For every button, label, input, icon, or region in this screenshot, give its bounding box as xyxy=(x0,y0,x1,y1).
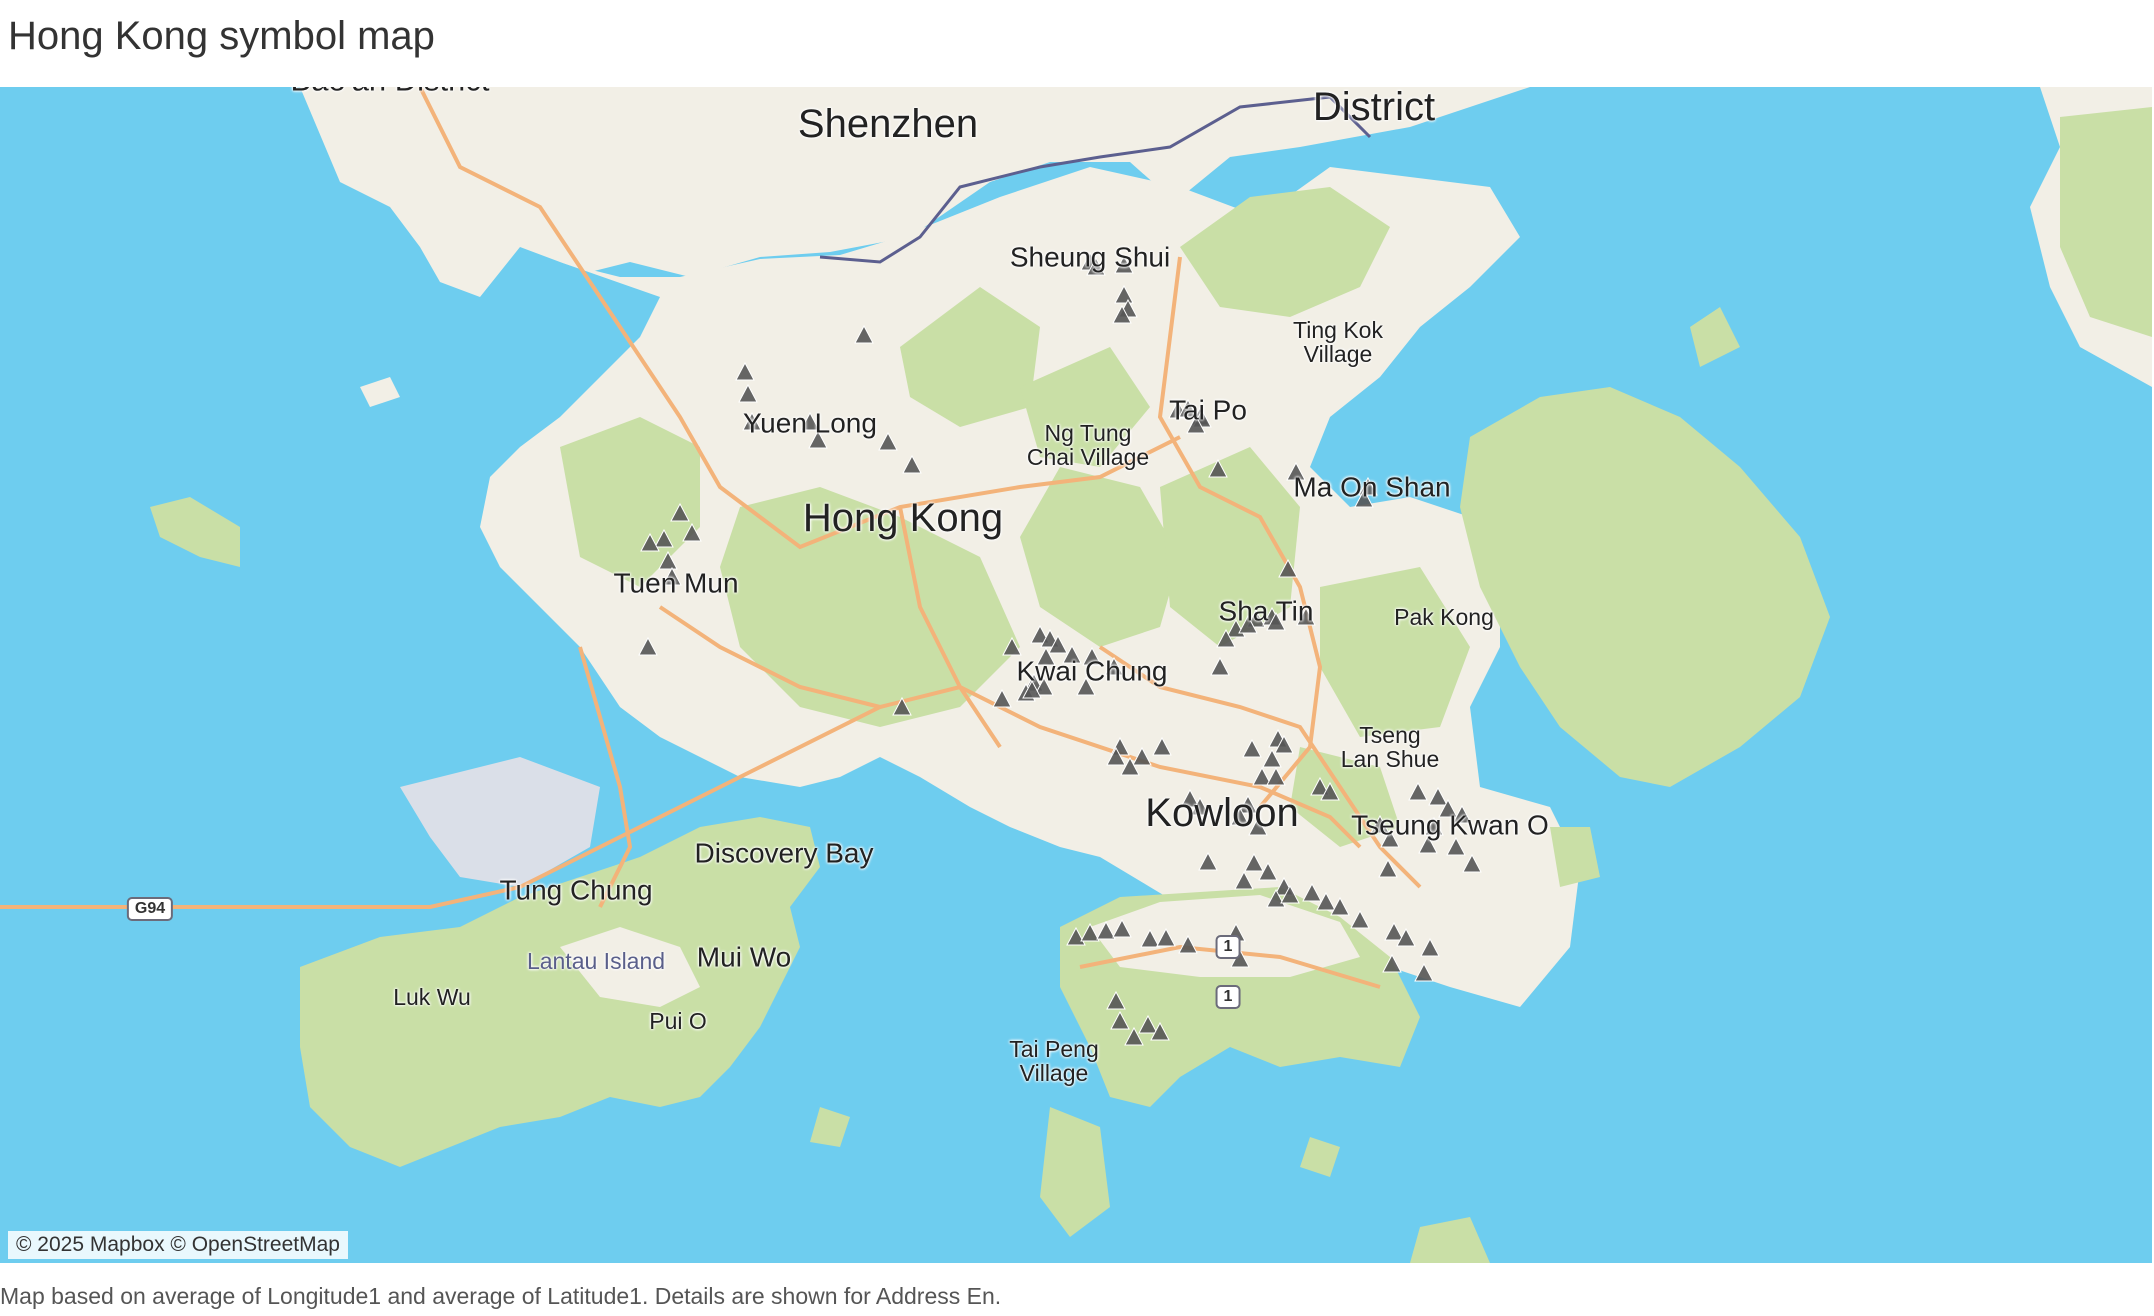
place-label-sheung-shui: Sheung Shui xyxy=(1009,241,1171,273)
road-shield-route-1: 1 xyxy=(1215,985,1241,1009)
place-label-ma-on-shan: Ma On Shan xyxy=(1293,471,1451,503)
road-shield-route-1: 1 xyxy=(1215,935,1241,959)
place-label-pak-kong: Pak Kong xyxy=(1394,603,1494,630)
map-view[interactable]: Bao'an District Shenzhen District Sheung… xyxy=(0,87,2152,1263)
place-label-tai-peng: Tai Peng Village xyxy=(1009,1035,1099,1086)
place-label-kowloon: Kowloon xyxy=(1145,791,1299,835)
place-label-tai-po: Tai Po xyxy=(1169,394,1247,426)
place-label-hong-kong: Hong Kong xyxy=(802,496,1004,540)
lantau-island xyxy=(300,817,820,1167)
map-caption: Map based on average of Longitude1 and a… xyxy=(0,1283,1002,1309)
place-label-baoan: Bao'an District xyxy=(291,87,490,97)
airport-island xyxy=(400,757,600,887)
place-label-mui-wo: Mui Wo xyxy=(696,941,792,973)
place-label-discovery-bay: Discovery Bay xyxy=(694,837,874,869)
place-label-ng-tung: Ng Tung Chai Village xyxy=(1026,419,1150,470)
page-title: Hong Kong symbol map xyxy=(8,14,435,58)
place-label-ting-kok: Ting Kok Village xyxy=(1293,316,1383,367)
place-label-district: District xyxy=(1312,87,1436,129)
place-label-tuen-mun: Tuen Mun xyxy=(613,567,739,599)
place-label-shenzhen: Shenzhen xyxy=(797,102,979,146)
place-label-tseng-lan-shue: Tseng Lan Shue xyxy=(1340,721,1440,772)
place-label-kwai-chung: Kwai Chung xyxy=(1016,655,1168,687)
place-label-lantau-island: Lantau Island xyxy=(526,947,666,974)
place-label-luk-wu: Luk Wu xyxy=(393,983,471,1010)
place-label-yuen-long: Yuen Long xyxy=(743,407,877,439)
place-label-tung-chung: Tung Chung xyxy=(499,874,653,906)
place-label-tseung-kwan-o: Tseung Kwan O xyxy=(1351,809,1549,841)
place-label-sha-tin: Sha Tin xyxy=(1218,595,1314,627)
sai-kung-landmass xyxy=(1460,387,1830,787)
road-shield-g94: G94 xyxy=(126,897,174,921)
place-label-pui-o: Pui O xyxy=(649,1007,707,1034)
map-attribution[interactable]: © 2025 Mapbox © OpenStreetMap xyxy=(8,1231,348,1259)
